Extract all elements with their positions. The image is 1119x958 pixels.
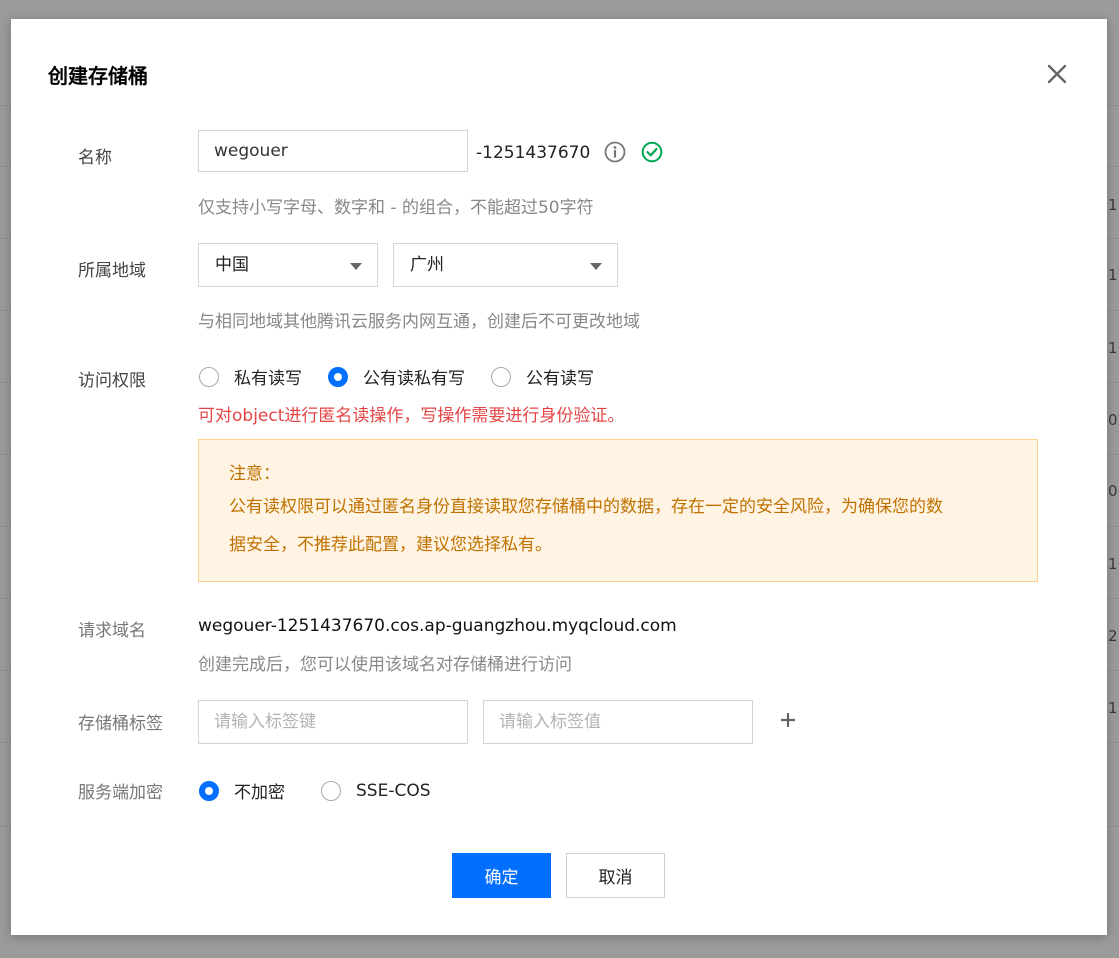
chevron-down-icon	[590, 263, 602, 270]
radio-label: SSE-COS	[356, 780, 431, 801]
background-cell-fragment: 1!	[1108, 699, 1119, 717]
alert-line: 公有读权限可以通过匿名身份直接读取您存储桶中的数据，存在一定的安全风险，为确保您…	[229, 497, 943, 517]
name-hint: 仅支持小写字母、数字和 - 的组合，不能超过50字符	[198, 198, 594, 218]
alert-line: 据安全，不推荐此配置，建议您选择私有。	[229, 535, 552, 555]
chevron-down-icon	[350, 263, 362, 270]
tags-label: 存储桶标签	[78, 714, 163, 734]
radio-sse-cos[interactable]: SSE-COS	[321, 780, 431, 801]
confirm-button[interactable]: 确定	[452, 853, 551, 898]
access-label: 访问权限	[78, 371, 146, 391]
add-tag-plus-icon[interactable]	[779, 711, 797, 729]
request-domain-value: wegouer-1251437670.cos.ap-guangzhou.myqc…	[198, 616, 677, 636]
alert-title: 注意：	[229, 464, 280, 484]
background-cell-fragment: 02	[1108, 411, 1119, 429]
bucket-name-input[interactable]	[198, 130, 468, 172]
access-warning: 可对object进行匿名读操作，写操作需要进行身份验证。	[198, 406, 625, 426]
background-cell-fragment: 1(	[1108, 339, 1119, 357]
radio-private-read-write[interactable]: 私有读写	[199, 364, 302, 389]
radio-label: 私有读写	[234, 369, 302, 389]
city-select[interactable]: 广州	[393, 243, 618, 287]
radio-circle	[328, 366, 348, 387]
radio-label: 公有读写	[526, 369, 594, 389]
radio-label: 公有读私有写	[363, 369, 465, 389]
encryption-radio-group: 不加密 SSE-COS	[199, 778, 457, 803]
close-icon[interactable]	[1045, 62, 1069, 86]
background-cell-fragment: 1	[1108, 196, 1118, 214]
tag-value-input[interactable]	[483, 700, 753, 744]
radio-public-read-write[interactable]: 公有读写	[491, 364, 594, 389]
tag-key-input[interactable]	[198, 700, 468, 744]
radio-label: 不加密	[234, 783, 285, 803]
country-select[interactable]: 中国	[198, 243, 378, 287]
background-cell-fragment: 17	[1108, 266, 1119, 284]
domain-hint: 创建完成后，您可以使用该域名对存储桶进行访问	[198, 655, 572, 675]
info-icon[interactable]	[604, 141, 626, 163]
check-circle-icon	[641, 141, 663, 163]
region-label: 所属地域	[78, 261, 146, 281]
city-select-value: 广州	[410, 255, 444, 275]
region-hint: 与相同地域其他腾讯云服务内网互通，创建后不可更改地域	[198, 312, 640, 332]
domain-label: 请求域名	[78, 621, 146, 641]
cancel-button[interactable]: 取消	[566, 853, 665, 898]
encryption-label: 服务端加密	[78, 783, 163, 803]
background-cell-fragment: 1(	[1108, 555, 1119, 573]
name-label: 名称	[78, 148, 112, 168]
background-cell-fragment: 2:	[1108, 627, 1119, 645]
create-bucket-dialog: 创建存储桶 名称 -1251437670 仅支持小写字母、数字和 - 的组合，不…	[11, 19, 1107, 935]
radio-circle	[199, 780, 219, 801]
radio-no-encryption[interactable]: 不加密	[199, 778, 285, 803]
access-radio-group: 私有读写 公有读私有写 公有读写	[199, 364, 620, 389]
country-select-value: 中国	[215, 255, 249, 275]
dialog-title: 创建存储桶	[48, 64, 148, 88]
appid-suffix: -1251437670	[476, 143, 591, 163]
radio-circle	[199, 366, 219, 387]
radio-circle	[321, 780, 341, 801]
security-alert: 注意： 公有读权限可以通过匿名身份直接读取您存储桶中的数据，存在一定的安全风险，…	[198, 439, 1038, 582]
background-cell-fragment: 0(	[1108, 482, 1119, 500]
radio-public-read-private-write[interactable]: 公有读私有写	[328, 364, 465, 389]
radio-circle	[491, 366, 511, 387]
